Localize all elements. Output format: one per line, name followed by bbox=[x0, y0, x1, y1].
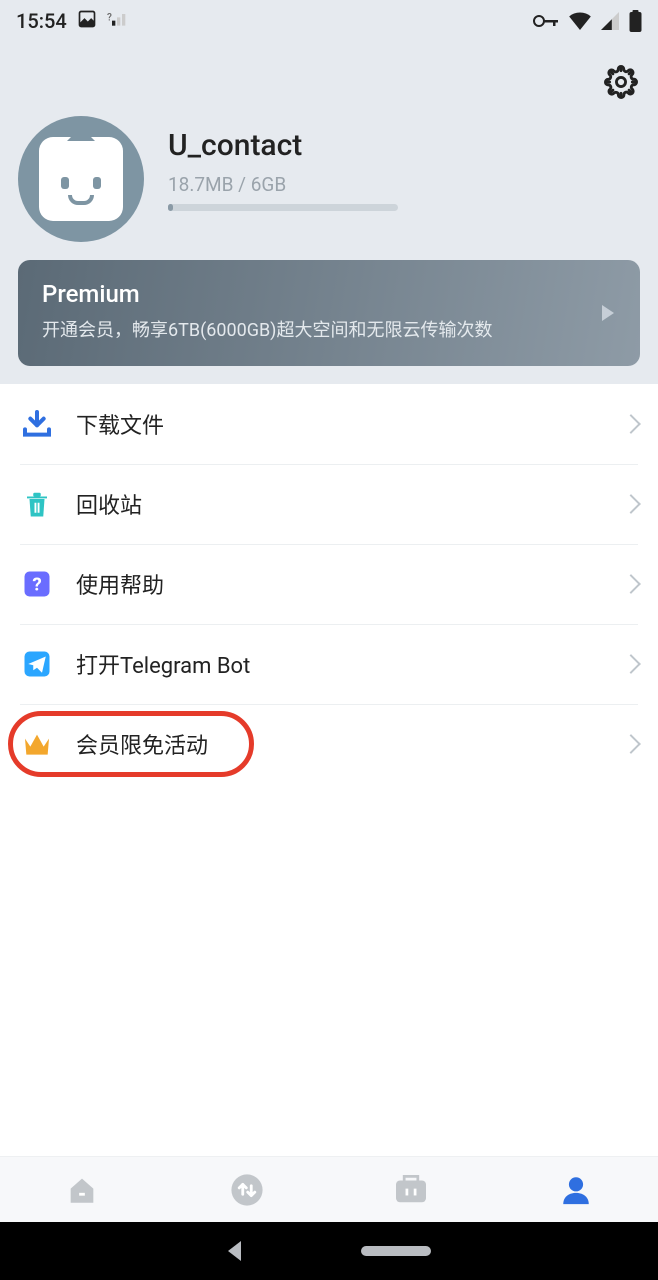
status-time: 15:54 bbox=[16, 9, 67, 33]
tab-files[interactable] bbox=[387, 1166, 435, 1214]
android-navbar bbox=[0, 1222, 658, 1280]
help-icon: ? bbox=[20, 567, 54, 601]
telegram-icon bbox=[20, 647, 54, 681]
menu-label: 下载文件 bbox=[76, 408, 624, 440]
wifi-icon bbox=[569, 12, 591, 30]
tab-transfer[interactable] bbox=[223, 1166, 271, 1214]
trash-icon bbox=[20, 487, 54, 521]
tab-profile-active[interactable] bbox=[552, 1166, 600, 1214]
storage-progress bbox=[168, 204, 398, 211]
nav-back-button[interactable] bbox=[228, 1241, 241, 1261]
menu-label: 打开Telegram Bot bbox=[76, 648, 624, 680]
menu-item-trash[interactable]: 回收站 bbox=[0, 464, 658, 544]
chevron-right-icon bbox=[621, 414, 641, 434]
nav-home-pill[interactable] bbox=[361, 1246, 431, 1256]
gear-icon bbox=[604, 65, 638, 99]
chevron-right-icon bbox=[621, 494, 641, 514]
premium-title: Premium bbox=[42, 280, 616, 308]
menu-item-promo[interactable]: 会员限免活动 bbox=[0, 704, 658, 784]
menu-item-download[interactable]: 下载文件 bbox=[0, 384, 658, 464]
profile-header: U_contact 18.7MB / 6GB bbox=[0, 42, 658, 260]
battery-icon bbox=[629, 10, 642, 32]
chevron-right-icon bbox=[621, 734, 641, 754]
cell-signal-icon bbox=[601, 12, 619, 30]
menu-list: 下载文件 回收站 ? 使用帮助 打开Telegram Bot bbox=[0, 384, 658, 784]
svg-text:?: ? bbox=[32, 573, 41, 595]
username: U_contact bbox=[168, 128, 640, 163]
chevron-right-icon bbox=[621, 574, 641, 594]
premium-description: 开通会员，畅享6TB(6000GB)超大空间和无限云传输次数 bbox=[42, 316, 616, 342]
menu-item-telegram[interactable]: 打开Telegram Bot bbox=[0, 624, 658, 704]
avatar[interactable] bbox=[18, 116, 144, 242]
svg-text:?: ? bbox=[107, 12, 112, 23]
chevron-right-icon bbox=[621, 654, 641, 674]
status-bar: 15:54 ? bbox=[0, 0, 658, 42]
storage-text: 18.7MB / 6GB bbox=[168, 173, 640, 196]
download-icon bbox=[20, 407, 54, 441]
tab-home[interactable] bbox=[58, 1166, 106, 1214]
vpn-key-icon bbox=[533, 12, 559, 30]
premium-banner[interactable]: Premium 开通会员，畅享6TB(6000GB)超大空间和无限云传输次数 bbox=[18, 260, 640, 366]
signal-weak-icon: ? bbox=[107, 9, 127, 34]
menu-label: 回收站 bbox=[76, 488, 624, 520]
play-icon bbox=[602, 305, 614, 321]
bottom-tabbar bbox=[0, 1156, 658, 1222]
crown-icon bbox=[20, 727, 54, 761]
menu-label: 会员限免活动 bbox=[76, 728, 624, 760]
menu-label: 使用帮助 bbox=[76, 568, 624, 600]
image-icon bbox=[77, 9, 97, 34]
menu-item-help[interactable]: ? 使用帮助 bbox=[0, 544, 658, 624]
settings-button[interactable] bbox=[602, 63, 640, 101]
